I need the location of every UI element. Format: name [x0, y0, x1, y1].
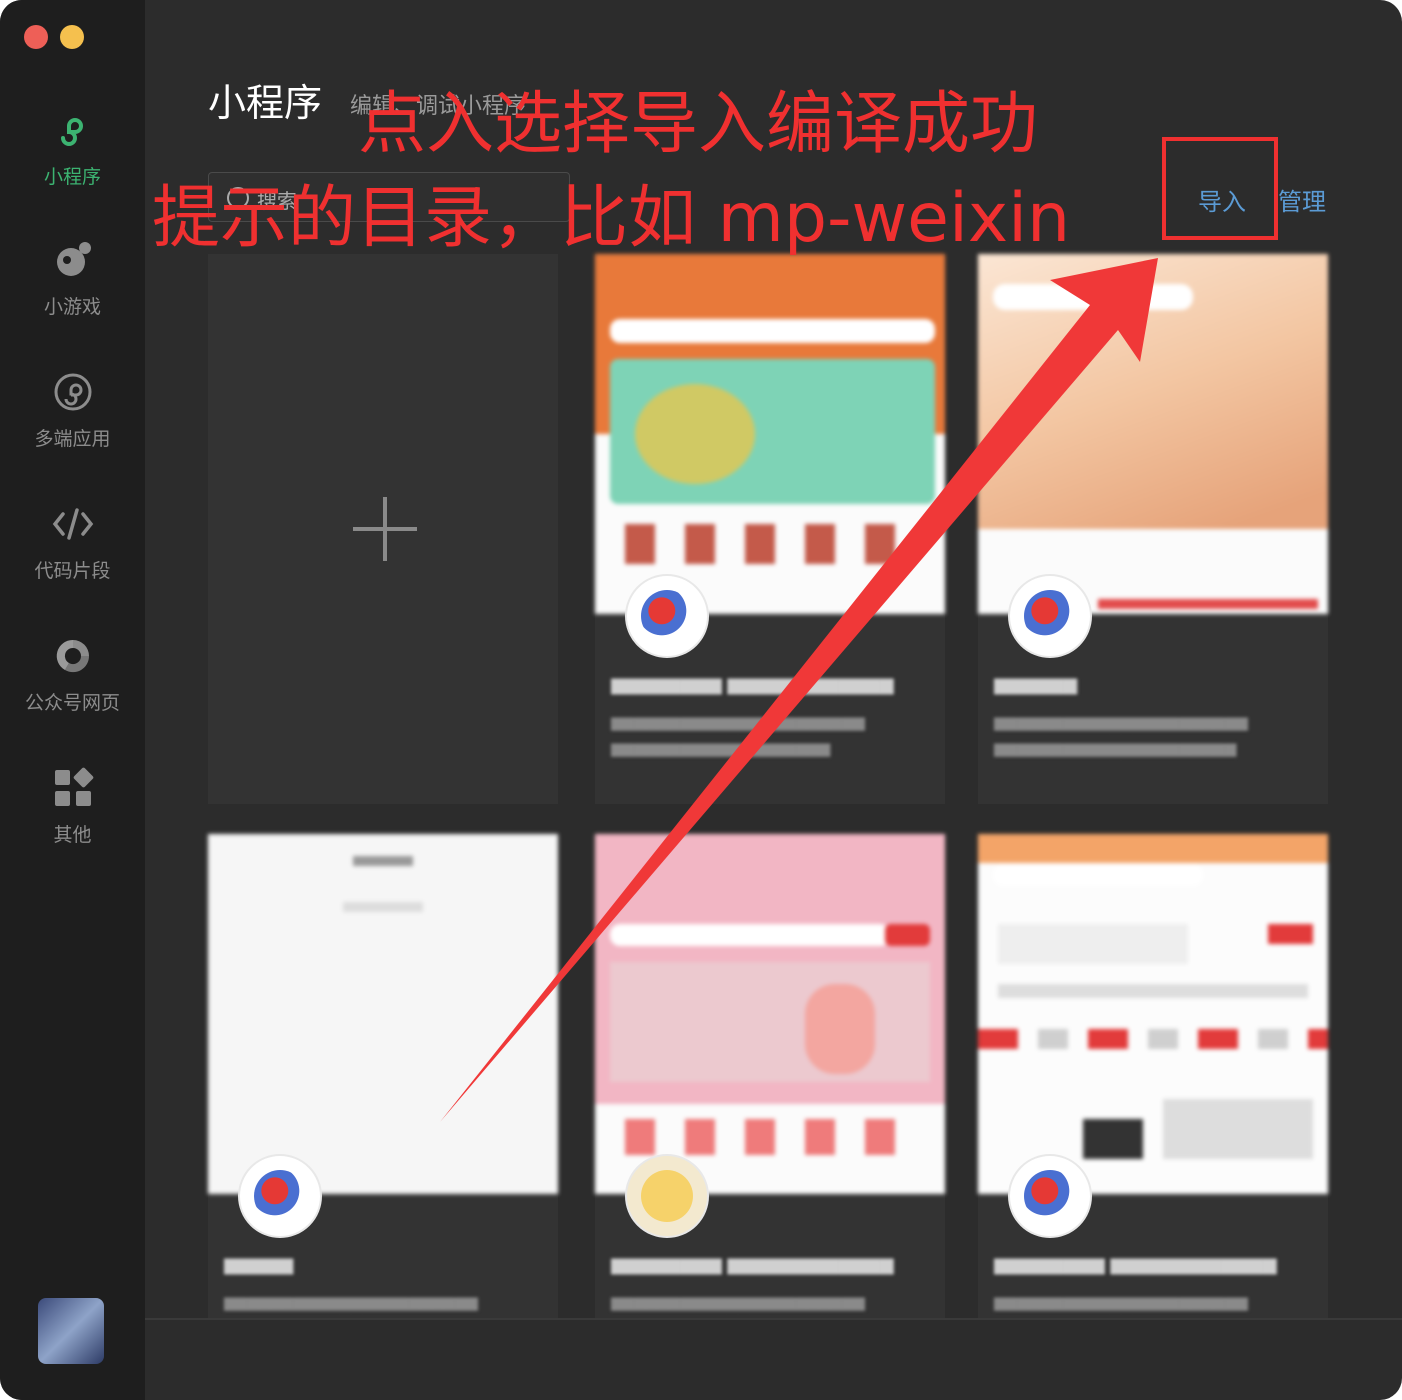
annotation-arrow: [440, 258, 1158, 1122]
app-window: 小程序 小游戏 多端应用 代码片段 公众号网页 其他 小程序 编辑、调试小程序 …: [0, 0, 1402, 1400]
